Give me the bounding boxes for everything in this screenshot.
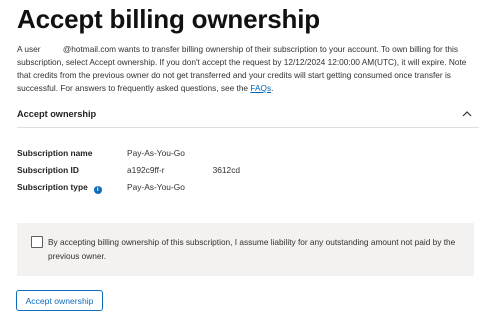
accept-ownership-section-header[interactable]: Accept ownership bbox=[17, 106, 479, 122]
consent-panel: By accepting billing ownership of this s… bbox=[17, 223, 474, 276]
chevron-up-icon[interactable] bbox=[461, 108, 473, 120]
section-divider bbox=[17, 127, 479, 128]
consent-checkbox[interactable] bbox=[31, 236, 43, 248]
subscription-name-label: Subscription name bbox=[17, 148, 93, 158]
intro-paragraph: A user @hotmail.com wants to transfer bi… bbox=[17, 43, 479, 95]
intro-body: @hotmail.com wants to transfer billing o… bbox=[17, 44, 467, 93]
accept-ownership-button[interactable]: Accept ownership bbox=[16, 290, 103, 311]
consent-text: By accepting billing ownership of this s… bbox=[48, 237, 456, 261]
page-title: Accept billing ownership bbox=[17, 4, 320, 34]
subscription-name-value: Pay-As-You-Go bbox=[127, 148, 185, 158]
subscription-id-label: Subscription ID bbox=[17, 165, 79, 175]
section-title: Accept ownership bbox=[17, 109, 97, 119]
intro-end: . bbox=[271, 83, 274, 93]
subscription-id-value: a192c9ff-r 3612cd bbox=[127, 165, 240, 175]
subscription-type-label: Subscription type i bbox=[17, 182, 102, 194]
subscription-id-end: 3612cd bbox=[212, 165, 241, 175]
subscription-id-start: a192c9ff-r bbox=[127, 165, 165, 175]
subscription-type-value: Pay-As-You-Go bbox=[127, 182, 185, 192]
info-icon[interactable]: i bbox=[93, 186, 102, 194]
faq-link[interactable]: FAQs bbox=[250, 83, 271, 93]
intro-prefix: A user bbox=[17, 44, 41, 54]
subscription-type-label-text: Subscription type bbox=[17, 182, 88, 192]
